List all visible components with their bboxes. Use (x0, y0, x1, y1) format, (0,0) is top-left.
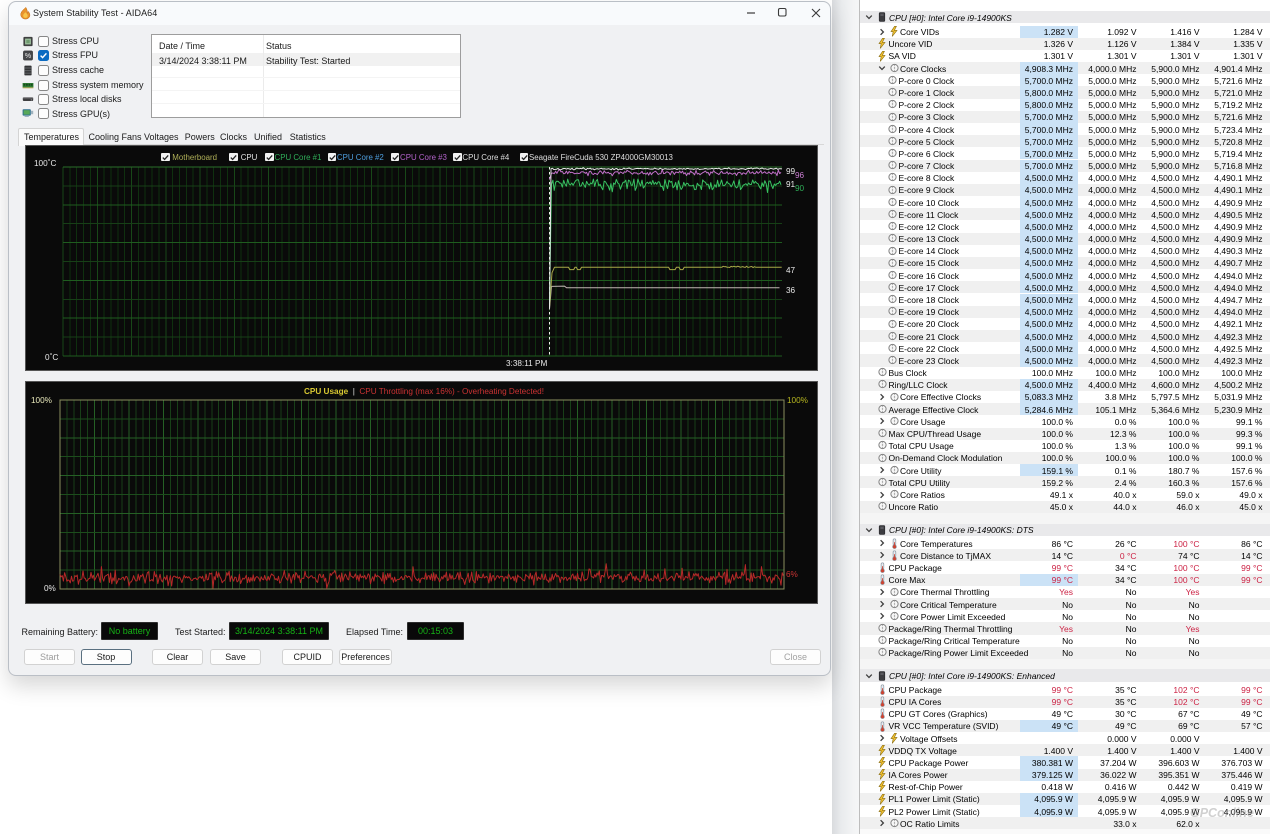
svg-text:%: % (25, 53, 31, 60)
